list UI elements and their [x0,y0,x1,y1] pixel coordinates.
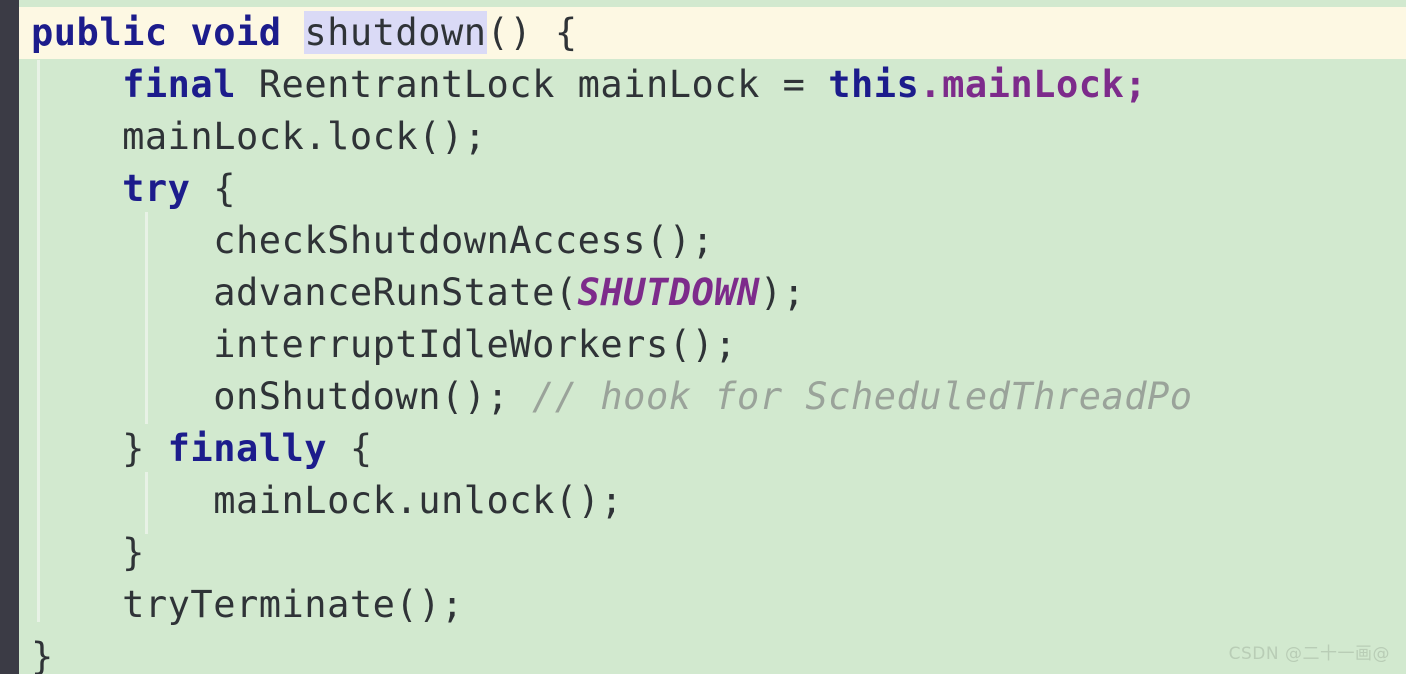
code-token-plain: } [31,427,168,470]
code-line[interactable]: public void shutdown() { [19,7,1406,59]
code-line[interactable]: } [19,527,1406,579]
editor-gutter-strip [0,0,19,674]
code-token-kw: void [190,11,282,54]
code-line[interactable]: mainLock.lock(); [19,111,1406,163]
code-token-comment: // hook for ScheduledThreadPo [532,375,1193,418]
code-line[interactable]: try { [19,163,1406,215]
code-token-plain: onShutdown(); [31,375,510,418]
code-line[interactable]: interruptIdleWorkers(); [19,319,1406,371]
code-token-kw: final [122,63,236,106]
code-token-constant: SHUTDOWN [577,271,760,314]
code-token-plain: ReentrantLock mainLock = [236,63,829,106]
code-token-kw: this [828,63,920,106]
code-token-plain: { [190,167,236,210]
code-token-plain: checkShutdownAccess(); [31,219,715,262]
code-line[interactable]: mainLock.unlock(); [19,475,1406,527]
code-token-plain: ); [759,271,806,314]
code-line[interactable]: tryTerminate(); [19,579,1406,631]
code-line[interactable]: advanceRunState(SHUTDOWN); [19,267,1406,319]
code-line[interactable]: onShutdown(); // hook for ScheduledThrea… [19,371,1406,423]
code-token-plain: () { [486,11,578,54]
code-token-plain: mainLock.lock(); [31,115,487,158]
csdn-watermark: CSDN @二十一画@ [1228,644,1390,664]
code-token-kw: try [122,167,191,210]
code-token-plain: { [327,427,373,470]
code-token-kw: public [31,11,168,54]
code-token-field: .mainLock; [919,63,1148,106]
code-content[interactable]: public void shutdown() { final Reentrant… [19,0,1406,674]
code-token-sel: shutdown [304,11,487,54]
code-editor-screenshot: public void shutdown() { final Reentrant… [0,0,1406,674]
code-line[interactable]: } finally { [19,423,1406,475]
code-token-plain: advanceRunState( [31,271,578,314]
code-line[interactable]: final ReentrantLock mainLock = this.main… [19,59,1406,111]
code-line[interactable]: } [19,631,1406,674]
code-token-kw: finally [167,427,328,470]
code-token-plain: interruptIdleWorkers(); [31,323,738,366]
code-token-plain: } [31,635,54,674]
code-line[interactable]: checkShutdownAccess(); [19,215,1406,267]
code-token-plain: tryTerminate(); [31,583,464,626]
code-token-plain: } [31,531,145,574]
code-token-plain: mainLock.unlock(); [31,479,624,522]
